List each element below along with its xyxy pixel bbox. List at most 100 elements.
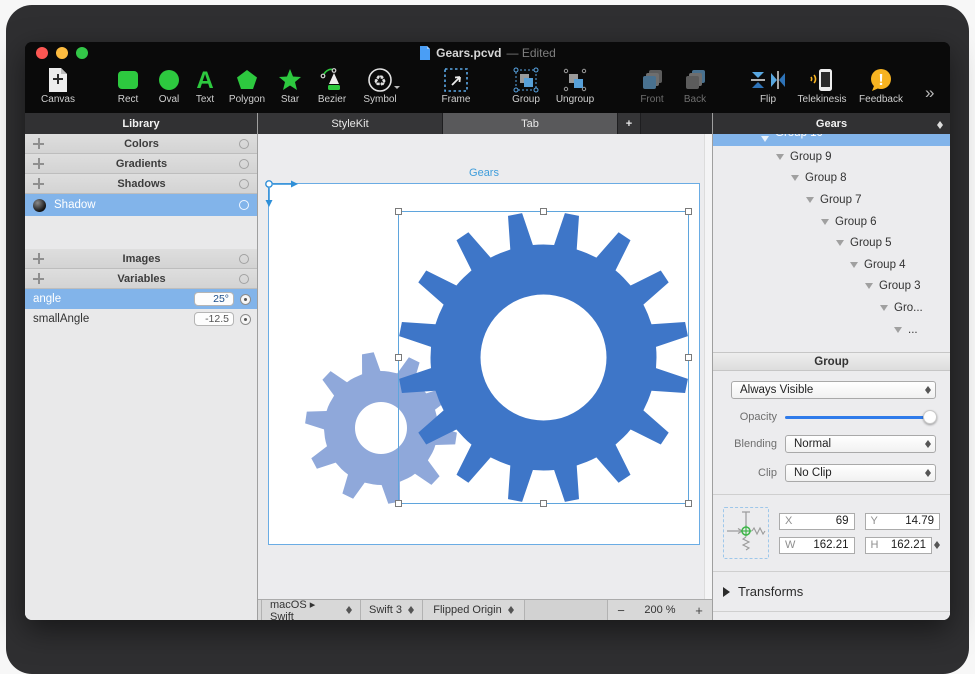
toolbar-rect-button[interactable]: Rect (105, 66, 151, 105)
library-group-variables[interactable]: Variables (25, 269, 257, 289)
zoom-controls: − 200 % + (608, 600, 712, 620)
disclosure-triangle-icon[interactable] (806, 197, 814, 203)
selection-handle-sw[interactable] (395, 500, 402, 507)
disclosure-triangle-icon[interactable] (836, 240, 844, 246)
angle-target-icon[interactable] (240, 294, 251, 305)
language-dropdown[interactable]: Swift 3 (361, 600, 423, 620)
library-item-shadow[interactable]: Shadow (25, 194, 257, 216)
library-group-colors[interactable]: Colors (25, 134, 257, 154)
smallangle-target-icon[interactable] (240, 314, 251, 325)
toolbar-feedback-button[interactable]: ! Feedback (853, 66, 909, 105)
inspector-header-stepper-icon[interactable] (937, 118, 943, 132)
images-radio-icon[interactable] (239, 254, 249, 264)
angle-value-field[interactable]: 25° (194, 292, 234, 306)
selection-handle-w[interactable] (395, 354, 402, 361)
variable-row-angle[interactable]: angle 25° (25, 289, 257, 309)
add-image-icon[interactable] (33, 253, 44, 264)
shadows-radio-icon[interactable] (239, 179, 249, 189)
opacity-slider-track[interactable] (785, 416, 936, 419)
disclosure-triangle-icon[interactable] (791, 175, 799, 181)
disclosure-triangle-icon[interactable] (880, 305, 888, 311)
tree-row-group3[interactable]: Group 3 (713, 276, 950, 298)
add-variable-icon[interactable] (33, 273, 44, 284)
disclosure-triangle-icon[interactable] (761, 136, 769, 142)
toolbar-overflow-chevron[interactable]: » (925, 83, 934, 103)
zoom-in-button[interactable]: + (686, 603, 712, 618)
tree-row-group9[interactable]: Group 9 (713, 146, 950, 168)
visibility-dropdown[interactable]: Always Visible (731, 381, 936, 399)
toolbar-polygon-button[interactable]: Polygon (223, 66, 271, 105)
disclosure-triangle-icon[interactable] (850, 262, 858, 268)
blending-stepper-icon (925, 437, 931, 451)
zoom-level[interactable]: 200 % (634, 604, 686, 616)
zoom-window-button[interactable] (76, 47, 88, 59)
blending-dropdown[interactable]: Normal (785, 435, 936, 453)
tree-row-group10[interactable]: Group 10 (713, 134, 950, 146)
toolbar-oval-button[interactable]: Oval (151, 66, 187, 105)
clip-dropdown[interactable]: No Clip (785, 464, 936, 482)
toolbar-symbol-button[interactable]: ♻ Symbol (355, 66, 405, 105)
opacity-slider[interactable] (785, 410, 936, 424)
toolbar-flip-button[interactable]: Flip (745, 66, 791, 105)
add-tab-button[interactable]: + (618, 113, 641, 134)
zoom-out-button[interactable]: − (608, 603, 634, 618)
selection-handle-e[interactable] (685, 354, 692, 361)
tree-row-group5[interactable]: Group 5 (713, 232, 950, 254)
tree-row-group8[interactable]: Group 8 (713, 168, 950, 190)
library-group-images[interactable]: Images (25, 249, 257, 269)
w-field[interactable]: W 162.21 (779, 537, 855, 554)
selection-handle-ne[interactable] (685, 208, 692, 215)
add-gradient-icon[interactable] (33, 158, 44, 169)
h-field-stepper[interactable] (934, 538, 940, 552)
variables-radio-icon[interactable] (239, 274, 249, 284)
tree-row-group7[interactable]: Group 7 (713, 189, 950, 211)
toolbar-telekinesis-button[interactable]: Telekinesis (791, 66, 853, 105)
shadow-radio-icon[interactable] (239, 200, 249, 210)
add-shadow-icon[interactable] (33, 178, 44, 189)
toolbar-group-button[interactable]: Group (503, 66, 549, 105)
tree-row-ellipsis[interactable]: ... (713, 319, 950, 341)
toolbar-frame-button[interactable]: Frame (433, 66, 479, 105)
toolbar-text-button[interactable]: A Text (187, 66, 223, 105)
library-group-shadows[interactable]: Shadows (25, 174, 257, 194)
transforms-section-toggle[interactable]: Transforms (723, 584, 940, 599)
close-window-button[interactable] (36, 47, 48, 59)
disclosure-triangle-icon[interactable] (821, 219, 829, 225)
origin-dropdown[interactable]: Flipped Origin (423, 600, 525, 620)
opacity-slider-knob[interactable] (923, 410, 937, 424)
toolbar-front-button[interactable]: Front (629, 66, 675, 105)
platform-dropdown[interactable]: macOS ▸ Swift (261, 600, 361, 620)
canvas-viewport[interactable]: Gears (258, 134, 712, 599)
toolbar-back-button[interactable]: Back (675, 66, 715, 105)
toolbar-canvas-button[interactable]: Canvas (35, 66, 81, 105)
disclosure-triangle-icon[interactable] (894, 327, 902, 333)
tree-row-group6[interactable]: Group 6 (713, 211, 950, 233)
variable-row-smallangle[interactable]: smallAngle -12.5 (25, 309, 257, 329)
tree-row-group4[interactable]: Group 4 (713, 254, 950, 276)
tab-stylekit[interactable]: StyleKit (258, 113, 443, 134)
minimize-window-button[interactable] (56, 47, 68, 59)
toolbar-bezier-button[interactable]: Bezier (309, 66, 355, 105)
tree-row-group2[interactable]: Gro... (713, 297, 950, 319)
toolbar-ungroup-button[interactable]: Ungroup (549, 66, 601, 105)
y-field[interactable]: Y 14.79 (865, 513, 941, 530)
disclosure-triangle-icon[interactable] (865, 283, 873, 289)
library-group-gradients[interactable]: Gradients (25, 154, 257, 174)
selection-handle-s[interactable] (540, 500, 547, 507)
h-field[interactable]: H 162.21 (865, 537, 933, 554)
colors-radio-icon[interactable] (239, 139, 249, 149)
artboard[interactable] (268, 183, 700, 545)
selection-box[interactable] (398, 211, 689, 504)
smallangle-value-field[interactable]: -12.5 (194, 312, 234, 326)
selection-handle-nw[interactable] (395, 208, 402, 215)
tab-tab[interactable]: Tab (443, 113, 618, 134)
gradients-radio-icon[interactable] (239, 159, 249, 169)
springs-struts-widget[interactable] (723, 507, 769, 559)
x-field[interactable]: X 69 (779, 513, 855, 530)
selection-handle-se[interactable] (685, 500, 692, 507)
add-color-icon[interactable] (33, 138, 44, 149)
toolbar-star-button[interactable]: Star (271, 66, 309, 105)
selection-handle-n[interactable] (540, 208, 547, 215)
vertical-scrollbar[interactable] (704, 134, 712, 599)
disclosure-triangle-icon[interactable] (776, 154, 784, 160)
